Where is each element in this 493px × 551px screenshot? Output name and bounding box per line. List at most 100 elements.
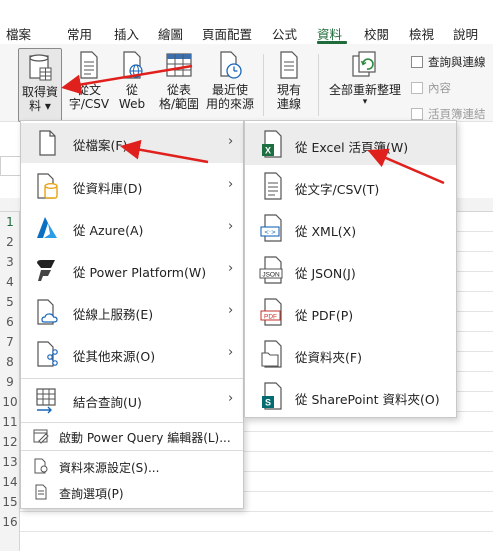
chevron-right-icon: › [228,391,234,406]
row-header[interactable]: 13 [0,452,20,472]
tab-draw[interactable]: 繪圖 [158,24,183,43]
submenu-item-from-json-label: 從 JSON(J) [295,266,356,281]
menu-item-from-power-platform-label: 從 Power Platform(W) [73,265,207,280]
submenu-item-from-text-csv[interactable]: 從文字/CSV(T) [245,165,456,207]
row-header[interactable]: 11 [0,412,20,432]
row-header[interactable]: 1 [0,212,20,232]
row-header[interactable]: 2 [0,232,20,252]
chevron-right-icon: › [228,134,234,149]
row-header[interactable]: 4 [0,272,20,292]
row-header[interactable]: 10 [0,392,20,412]
properties-button[interactable]: 內容 [411,80,451,96]
chevron-right-icon: › [228,261,234,276]
menu-divider [21,378,243,379]
queries-connections-button[interactable]: 查詢與連線 [411,54,486,70]
text-file-icon [264,172,282,200]
refresh-all-button[interactable]: 全部重新整理 ▾ [326,50,404,107]
properties-icon [411,82,423,94]
menu-divider [21,422,243,423]
row-header[interactable]: 15 [0,492,20,512]
menu-item-from-file[interactable]: 從檔案(F) › [21,123,243,163]
chevron-right-icon: › [228,219,234,234]
combine-icon [36,388,56,414]
menu-item-from-other-sources[interactable]: 從其他來源(O) › [21,334,243,374]
menu-item-from-database-label: 從資料庫(D) [73,181,143,196]
grid-line [20,511,493,512]
ribbon-separator [318,54,319,116]
cloud-file-icon [37,299,58,325]
from-file-submenu: X 從 Excel 活頁簿(W) 從文字/CSV(T) <‧> 從 XML(X)… [244,120,457,418]
row-header[interactable]: 7 [0,332,20,352]
edit-links-icon [411,108,423,120]
queries-connections-icon [411,56,423,68]
data-source-settings-icon [34,458,48,474]
refresh-all-dropdown-arrow[interactable]: ▾ [326,97,404,107]
tab-page-layout[interactable]: 頁面配置 [202,24,252,43]
get-data-label-2: 料 ▾ [29,99,51,113]
database-icon [37,173,58,199]
sharepoint-file-icon: S [262,382,282,410]
row-header[interactable]: 9 [0,372,20,392]
row-header[interactable]: 14 [0,472,20,492]
row-header[interactable]: 8 [0,352,20,372]
submenu-item-from-pdf[interactable]: PDF 從 PDF(P) [245,291,456,333]
text-file-icon [80,51,98,79]
existing-connections-button[interactable]: 現有 連線 [270,50,308,111]
database-table-icon [29,54,52,81]
submenu-item-from-excel-workbook[interactable]: X 從 Excel 活頁簿(W) [245,123,456,165]
menu-item-from-power-platform[interactable]: 從 Power Platform(W) › [21,250,243,290]
refresh-icon [352,51,376,77]
other-sources-icon [37,341,58,367]
get-data-button[interactable]: 取得資 料 ▾ [18,48,62,122]
menu-item-query-options[interactable]: 查詢選項(P) [21,480,243,504]
menu-item-launch-power-query-label: 啟動 Power Query 編輯器(L)... [59,431,231,445]
submenu-item-from-json[interactable]: JSON 從 JSON(J) [245,249,456,291]
menu-item-data-source-settings-label: 資料來源設定(S)... [59,461,160,475]
tab-home[interactable]: 常用 [67,24,92,43]
menu-item-from-online-services-label: 從線上服務(E) [73,307,154,322]
submenu-item-from-folder-label: 從資料夾(F) [295,350,362,365]
menu-item-launch-power-query[interactable]: 啟動 Power Query 編輯器(L)... [21,424,243,448]
ribbon-tabs: 檔案 常用 插入 繪圖 頁面配置 公式 資料 校閱 檢視 說明 [0,0,493,44]
row-header[interactable]: 5 [0,292,20,312]
power-platform-icon [37,260,55,281]
row-header[interactable]: 3 [0,252,20,272]
tab-file[interactable]: 檔案 [6,24,31,43]
chevron-right-icon: › [228,303,234,318]
menu-item-from-azure-label: 從 Azure(A) [73,223,144,238]
menu-item-from-online-services[interactable]: 從線上服務(E) › [21,292,243,332]
menu-divider [21,450,243,451]
sharepoint-badge: S [265,398,271,408]
from-text-csv-button[interactable]: 從文 字/CSV [66,50,112,111]
folder-file-icon [261,340,282,368]
submenu-item-from-sharepoint-folder[interactable]: S 從 SharePoint 資料夾(O) [245,375,456,417]
submenu-item-from-xml[interactable]: <‧> 從 XML(X) [245,207,456,249]
tab-view[interactable]: 檢視 [409,24,434,43]
tab-help[interactable]: 說明 [453,24,478,43]
xml-file-icon: <‧> [260,214,282,242]
tab-review[interactable]: 校閱 [364,24,389,43]
from-text-csv-label-1: 從文 [76,83,101,97]
name-box[interactable] [0,156,22,176]
row-header[interactable]: 16 [0,512,20,532]
from-text-csv-label-2: 字/CSV [68,97,110,111]
submenu-item-from-folder[interactable]: 從資料夾(F) [245,333,456,375]
menu-item-from-azure[interactable]: 從 Azure(A) › [21,208,243,248]
menu-item-combine-queries[interactable]: 結合查詢(U) › [21,380,243,420]
from-table-range-button[interactable]: 從表 格/範圍 [156,50,202,111]
xml-badge: <‧> [264,229,276,236]
row-header[interactable]: 12 [0,432,20,452]
excel-badge: X [265,146,271,156]
recent-sources-button[interactable]: 最近使 用的來源 [204,50,256,111]
recent-sources-label-1: 最近使 [211,83,248,97]
row-header[interactable]: 6 [0,312,20,332]
menu-item-combine-queries-label: 結合查詢(U) [73,395,142,410]
menu-item-data-source-settings[interactable]: 資料來源設定(S)... [21,454,243,478]
menu-item-from-database[interactable]: 從資料庫(D) › [21,166,243,206]
tab-formulas[interactable]: 公式 [272,24,297,43]
from-web-button[interactable]: 從 Web [114,50,150,111]
tab-insert[interactable]: 插入 [114,24,139,43]
json-badge: JSON [262,272,280,279]
web-file-icon [123,51,143,79]
get-data-label-1: 取得資 [21,85,58,99]
